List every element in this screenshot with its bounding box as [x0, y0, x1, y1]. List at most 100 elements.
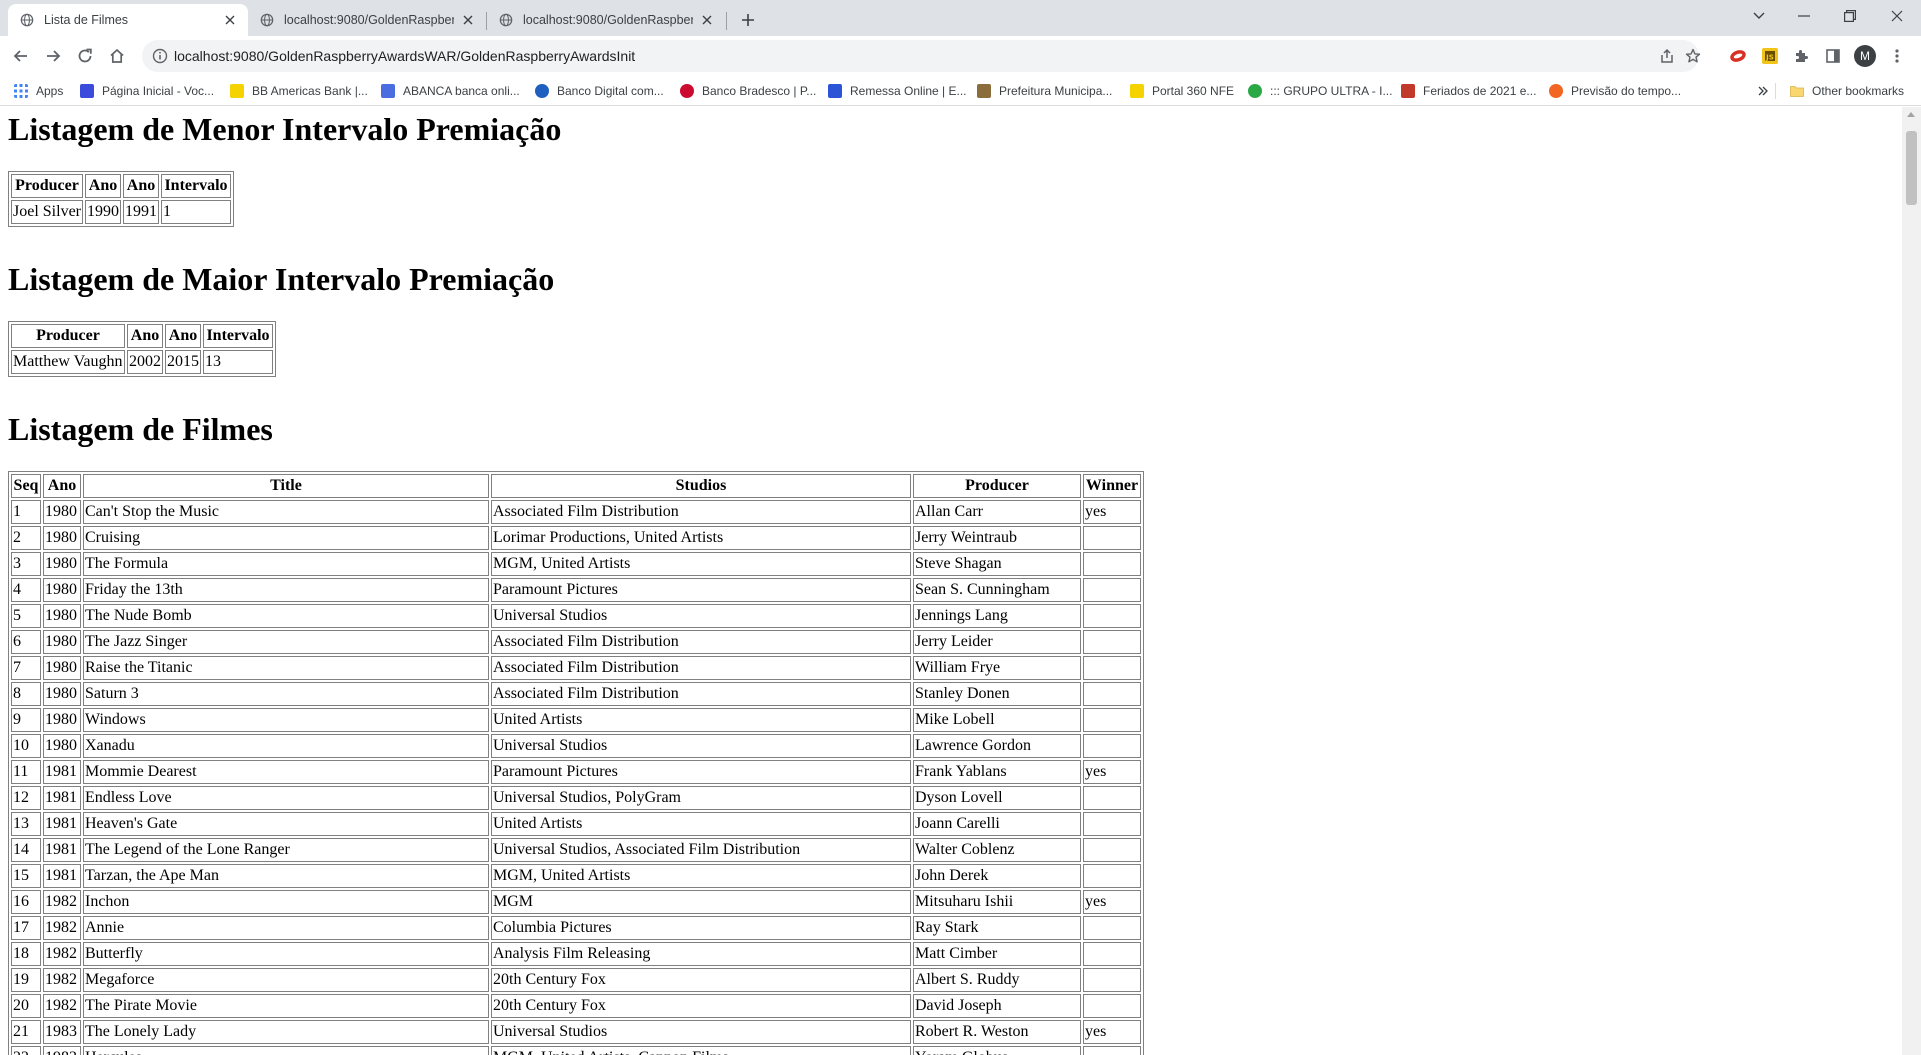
side-panel-button[interactable]	[1819, 42, 1847, 70]
address-bar[interactable]: localhost:9080/GoldenRaspberryAwardsWAR/…	[142, 40, 1701, 72]
url-text[interactable]: localhost:9080/GoldenRaspberryAwardsWAR/…	[174, 40, 635, 72]
table-row: 5 1980 The Nude Bomb Universal Studios Jenni…	[11, 604, 1141, 628]
bookmark-grupo-ultra[interactable]: ::: GRUPO ULTRA - I...	[1248, 82, 1392, 100]
table-cell: Friday the 13th	[83, 578, 489, 602]
close-tab-icon[interactable]	[699, 12, 715, 28]
close-tab-icon[interactable]	[460, 12, 476, 28]
bookmark-favicon-icon	[535, 84, 549, 98]
bookmark-prefeitura[interactable]: Prefeitura Municipa...	[977, 82, 1112, 100]
table-cell: Annie	[83, 916, 489, 940]
table-cell: Inchon	[83, 890, 489, 914]
column-header: Intervalo	[203, 324, 273, 348]
close-window-button[interactable]	[1875, 0, 1919, 32]
table-row: Matthew Vaughn 2002 2015 13	[11, 350, 273, 374]
table-cell: Endless Love	[83, 786, 489, 810]
globe-icon	[499, 13, 513, 27]
table-cell: Jerry Leider	[913, 630, 1081, 654]
table-row: 11 1981 Mommie Dearest Paramount Pictures Fr…	[11, 760, 1141, 784]
bookmark-label: ABANCA banca onli...	[403, 84, 520, 98]
column-header: Winner	[1083, 474, 1141, 498]
table-cell	[1083, 812, 1141, 836]
info-icon[interactable]	[152, 48, 168, 64]
table-cell: Universal Studios	[491, 604, 911, 628]
column-header: Producer	[11, 174, 83, 198]
side-panel-icon	[1826, 49, 1840, 63]
table-row: 9 1980 Windows United Artists Mike Lobell	[11, 708, 1141, 732]
new-tab-button[interactable]	[736, 8, 760, 32]
tab-search-button[interactable]	[1737, 0, 1781, 32]
bookmark-favicon-icon	[828, 84, 842, 98]
table-row: 13 1981 Heaven's Gate United Artists Joann C…	[11, 812, 1141, 836]
tab-title: localhost:9080/GoldenRaspberryAwardsWAR/…	[284, 13, 454, 27]
table-cell: 11	[11, 760, 41, 784]
table-cell: William Frye	[913, 656, 1081, 680]
table-cell	[1083, 942, 1141, 966]
menu-button[interactable]	[1883, 42, 1911, 70]
home-button[interactable]	[103, 42, 131, 70]
profile-button[interactable]: M	[1851, 42, 1879, 70]
bookmark-abanca[interactable]: ABANCA banca onli...	[381, 82, 520, 100]
table-cell	[1083, 552, 1141, 576]
table-cell: Albert S. Ruddy	[913, 968, 1081, 992]
restore-icon	[1844, 10, 1856, 22]
tab-localhost-1[interactable]: localhost:9080/GoldenRaspberryAwardsWAR/…	[248, 4, 486, 36]
table-cell: yes	[1083, 760, 1141, 784]
bookmark-previsao[interactable]: Previsão do tempo...	[1549, 82, 1681, 100]
share-icon[interactable]	[1657, 46, 1677, 66]
bookmark-bradesco[interactable]: Banco Bradesco | P...	[680, 82, 816, 100]
scroll-up-arrow-icon[interactable]	[1907, 112, 1915, 117]
more-vertical-icon	[1895, 49, 1899, 63]
page-scrollbar[interactable]	[1902, 107, 1921, 1055]
forward-button[interactable]	[39, 42, 67, 70]
column-header: Seq	[11, 474, 41, 498]
table-cell: Mommie Dearest	[83, 760, 489, 784]
table-cell: 15	[11, 864, 41, 888]
tab-lista-de-filmes[interactable]: Lista de Filmes	[8, 4, 248, 36]
bookmarks-overflow-button[interactable]	[1758, 82, 1768, 100]
extension-js-button[interactable]: JS	[1756, 42, 1784, 70]
other-bookmarks-label: Other bookmarks	[1812, 84, 1905, 98]
column-header: Title	[83, 474, 489, 498]
table-row: 20 1982 The Pirate Movie 20th Century Fox Da…	[11, 994, 1141, 1018]
reload-button[interactable]	[71, 42, 99, 70]
table-header-row: Seq Ano Title Studios Producer Winner	[11, 474, 1141, 498]
arrow-right-icon	[47, 50, 61, 62]
table-cell: 8	[11, 682, 41, 706]
table-cell	[1083, 604, 1141, 628]
bookmark-apps[interactable]: Apps	[14, 82, 63, 100]
table-header-row: Producer Ano Ano Intervalo	[11, 174, 231, 198]
tab-localhost-2[interactable]: localhost:9080/GoldenRaspberryAwardsWAR/…	[487, 4, 725, 36]
table-row: 17 1982 Annie Columbia Pictures Ray Stark	[11, 916, 1141, 940]
table-cell	[1083, 526, 1141, 550]
table-cell	[1083, 916, 1141, 940]
bookmark-banco-digital[interactable]: Banco Digital com...	[535, 82, 664, 100]
bookmark-remessa-online[interactable]: Remessa Online | E...	[828, 82, 967, 100]
table-cell: 16	[11, 890, 41, 914]
table-cell: Heaven's Gate	[83, 812, 489, 836]
other-bookmarks[interactable]: Other bookmarks	[1790, 82, 1904, 100]
bookmark-pagina-inicial[interactable]: Página Inicial - Voc...	[80, 82, 214, 100]
globe-icon	[20, 13, 34, 27]
bookmark-label: Apps	[36, 84, 64, 98]
table-cell: Dyson Lovell	[913, 786, 1081, 810]
scrollbar-thumb[interactable]	[1906, 131, 1917, 205]
column-header: Ano	[123, 174, 159, 198]
bookmark-label: ::: GRUPO ULTRA - I...	[1270, 84, 1393, 98]
restore-button[interactable]	[1828, 0, 1872, 32]
table-cell: 2015	[165, 350, 201, 374]
table-cell: Sean S. Cunningham	[913, 578, 1081, 602]
table-cell: Can't Stop the Music	[83, 500, 489, 524]
table-cell: Raise the Titanic	[83, 656, 489, 680]
bookmark-feriados[interactable]: Feriados de 2021 e...	[1401, 82, 1536, 100]
table-cell: United Artists	[491, 708, 911, 732]
close-tab-icon[interactable]	[222, 12, 238, 28]
star-icon[interactable]	[1683, 46, 1703, 66]
bookmark-portal-360[interactable]: Portal 360 NFE	[1130, 82, 1234, 100]
table-cell: Jerry Weintraub	[913, 526, 1081, 550]
bookmark-bb-americas[interactable]: BB Americas Bank |...	[230, 82, 368, 100]
back-button[interactable]	[7, 42, 35, 70]
column-header: Intervalo	[161, 174, 231, 198]
extensions-button[interactable]	[1787, 42, 1815, 70]
minimize-button[interactable]	[1782, 0, 1826, 32]
extension-lastpass-button[interactable]	[1724, 42, 1752, 70]
